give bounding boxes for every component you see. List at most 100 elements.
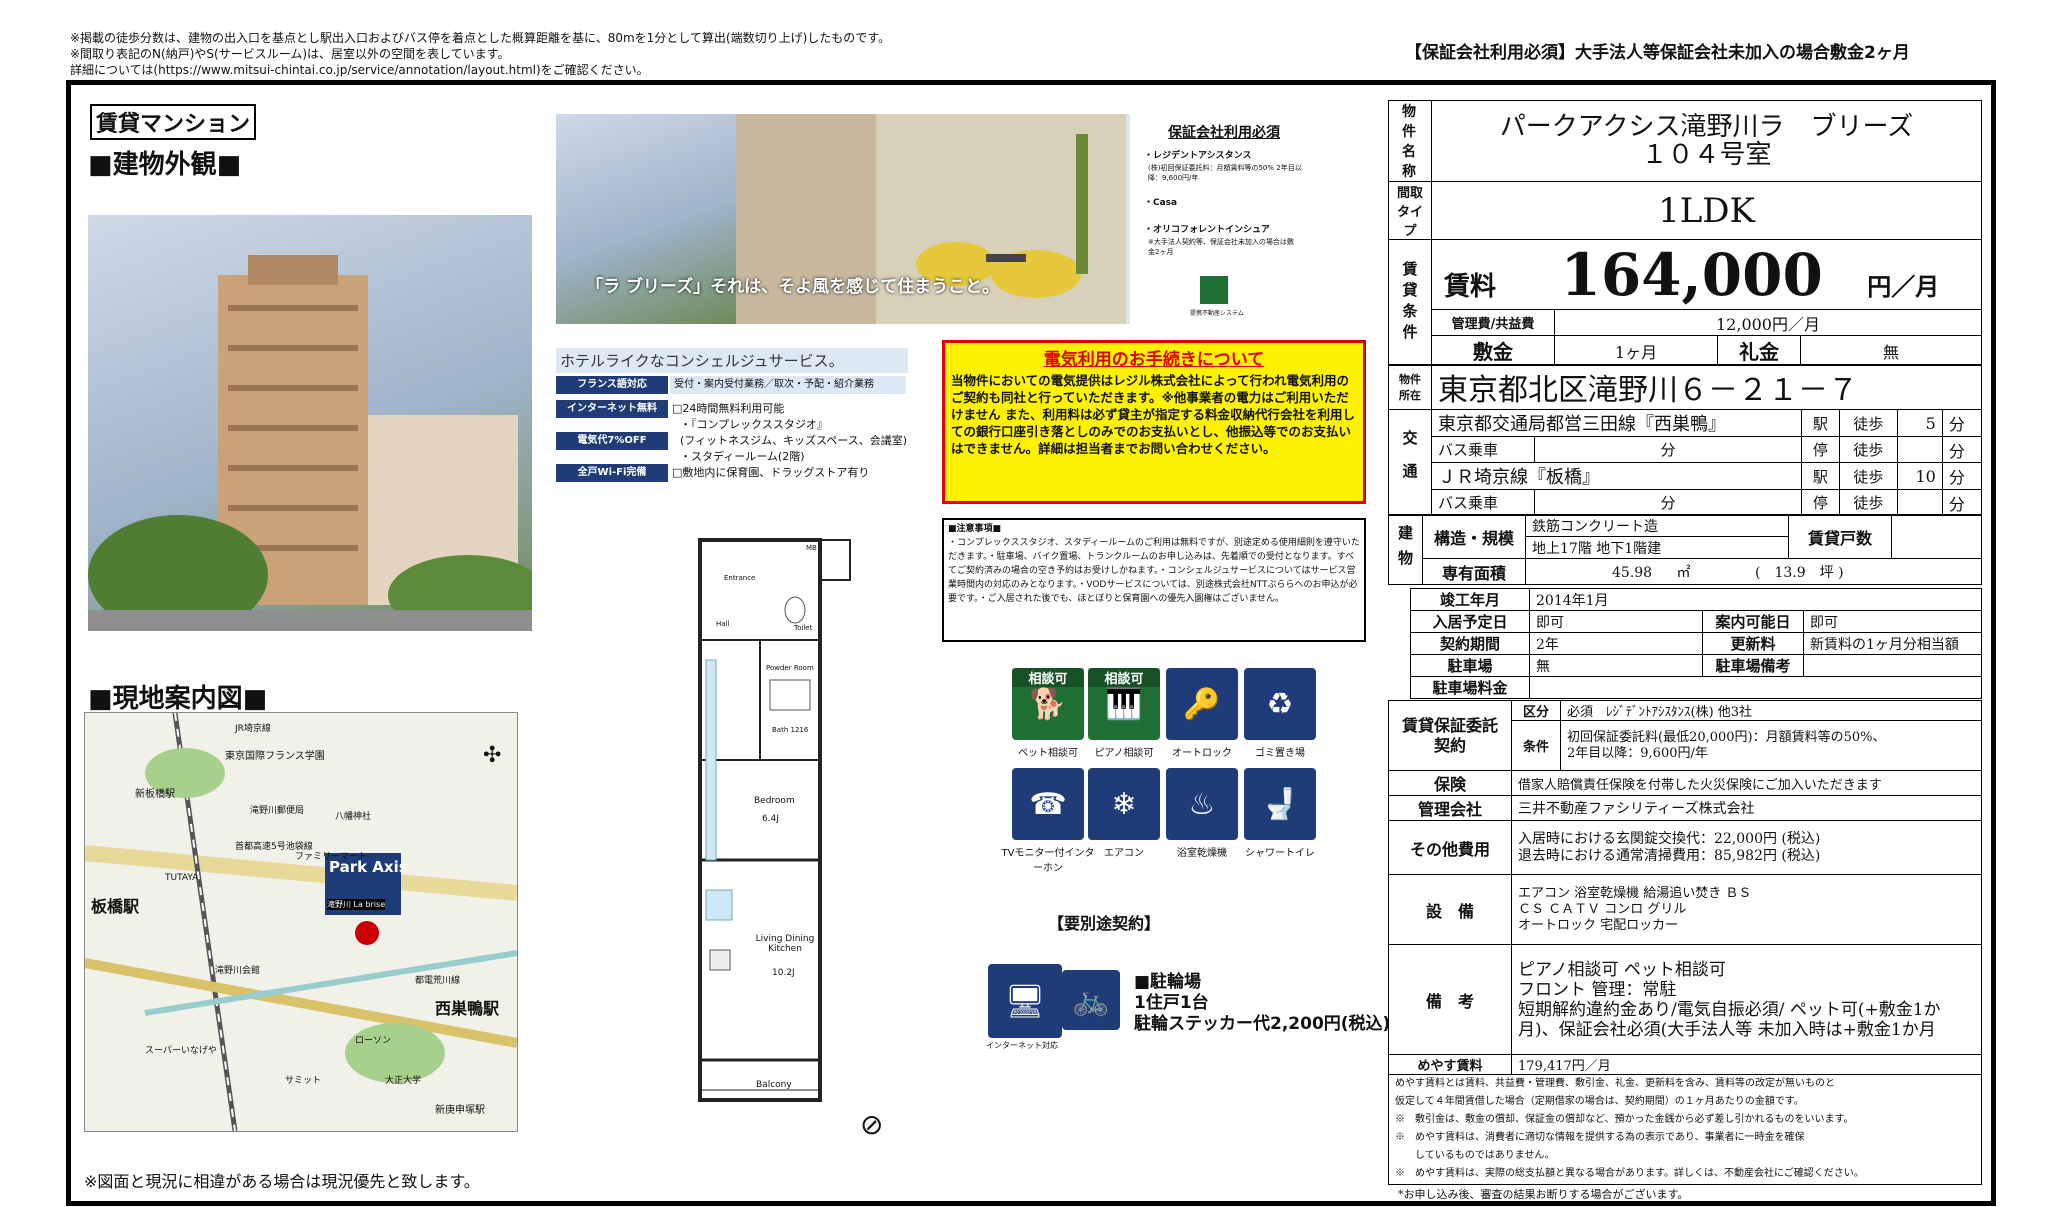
amenity-label: ゴミ置き場 bbox=[1255, 748, 1305, 759]
bicycle-title: ■駐輪場 bbox=[1134, 972, 1202, 992]
fp-hall: Hall bbox=[716, 620, 730, 628]
map-footnote: ※図面と現況に相違がある場合は現況優先と致します。 bbox=[84, 1172, 480, 1191]
parking-note-label: 駐車場備考 bbox=[1702, 654, 1804, 677]
map-station-shinitabashi: 新板橋駅 bbox=[135, 789, 175, 800]
viewing: 即可 bbox=[1803, 610, 1982, 633]
compass-icon: ✣ bbox=[483, 743, 502, 768]
guarantee-title: 保証会社利用必須 bbox=[1168, 125, 1280, 141]
transit-1-minutes: 5 bbox=[1896, 409, 1943, 437]
concierge-study-room: ・スタディールーム(2階) bbox=[680, 450, 805, 463]
caution-body: ・コンプレックススタジオ、スタディールームのご利用は無料ですが、別途定める使用細… bbox=[948, 538, 1360, 604]
transit-2-minutes: 10 bbox=[1896, 462, 1943, 490]
mgmt-fee-label: 管理費/共益費 bbox=[1431, 309, 1555, 336]
guarantee-company-2: ・Casa bbox=[1144, 198, 1178, 208]
tag-french: フランス語対応 bbox=[556, 376, 668, 394]
map-line-toden: 都電荒川線 bbox=[415, 976, 461, 986]
guarantee-company-1-detail: (株)初回保証委託料：月額賃料等の50% 2年目以降：9,600円/年 bbox=[1148, 164, 1302, 182]
meyasu-note-1: めやす賃料とは賃料、共益費・管理費、敷引金、礼金、更新料を含み、賃料等の改定が無… bbox=[1395, 1078, 1835, 1089]
map-place-university: 大正大学 bbox=[385, 1076, 422, 1086]
bicycle-line1: 1住戸1台 bbox=[1134, 993, 1209, 1013]
transit-label: 交通 bbox=[1388, 409, 1432, 516]
renewal-label: 更新料 bbox=[1702, 632, 1804, 655]
area-cell: 45.98 ㎡ ( 13.9 坪 ) bbox=[1525, 558, 1982, 585]
internet-label: インターネット対応 bbox=[986, 1041, 1058, 1050]
bus-2-stop: 停 bbox=[1801, 489, 1840, 516]
fp-toilet: Toilet bbox=[794, 624, 813, 632]
other-fee-2: 退去時における通常清掃費用：85,982円 (税込) bbox=[1518, 847, 1821, 864]
bus-1-stop: 停 bbox=[1801, 436, 1840, 463]
concierge-title: ホテルライクなコンシェルジュサービス。 bbox=[556, 348, 908, 373]
exterior-heading: ■建物外観■ bbox=[88, 150, 242, 180]
equipment-label: 設 備 bbox=[1388, 874, 1512, 945]
map-property-sub: 滝野川 La brise bbox=[327, 899, 386, 910]
garbage-icon: ♻ bbox=[1244, 668, 1316, 740]
guarantee-kubun-label: 区分 bbox=[1511, 700, 1561, 721]
rent-table: 物件名称 パークアクシス滝野川ラ ブリーズ １０４号室 間取タイプ 1LDK 賃… bbox=[1388, 100, 1982, 366]
transit-2-line: ＪＲ埼京線『板橋』 bbox=[1430, 462, 1803, 490]
address: 東京都北区滝野川６－２１－７ bbox=[1431, 364, 1982, 410]
building-illustration bbox=[88, 255, 548, 635]
area-value: 45.98 bbox=[1612, 564, 1653, 581]
map-station-itabashi: 板橋駅 bbox=[91, 897, 140, 916]
intercom-icon: ☎ bbox=[1012, 768, 1084, 840]
fp-bath: Bath 1216 bbox=[772, 726, 809, 734]
name-label: 物件名称 bbox=[1388, 100, 1432, 182]
remarks-label: 備 考 bbox=[1388, 944, 1512, 1055]
bicycle-icon: 🚲 bbox=[1062, 970, 1120, 1030]
transit-1-station: 駅 bbox=[1801, 409, 1840, 437]
bathdryer-icon: ♨ bbox=[1166, 768, 1238, 840]
area-tsubo: ( 13.9 坪 ) bbox=[1755, 564, 1844, 581]
move-in: 即可 bbox=[1529, 610, 1703, 633]
tag-internet: インターネット無料 bbox=[556, 400, 668, 418]
deposit: 1ヶ月 bbox=[1554, 335, 1718, 366]
note-details-link[interactable]: 詳細については(https://www.mitsui-chintai.co.jp… bbox=[70, 62, 890, 78]
map-station-shinkoshinzuka: 新庚申塚駅 bbox=[435, 1105, 485, 1116]
rent-group-label: 賃貸条件 bbox=[1388, 239, 1432, 366]
meyasu-note-5: しているものではありません。 bbox=[1395, 1150, 1555, 1161]
concierge-complex-studio: ・『コンプレックススタジオ』 bbox=[680, 418, 828, 431]
bus-1-label: バス乗車 bbox=[1431, 436, 1535, 463]
electric-notice-title: 電気利用のお手続きについて bbox=[1043, 350, 1265, 370]
amenity-label: シャワートイレ bbox=[1245, 848, 1315, 859]
partner-logo-icon bbox=[1200, 276, 1228, 304]
fp-bedroom-size: 6.4J bbox=[762, 814, 779, 824]
fp-mb: MB bbox=[806, 544, 817, 552]
built-date: 2014年1月 bbox=[1529, 588, 1982, 611]
layout-type: 1LDK bbox=[1431, 181, 1982, 240]
guarantee-cond-1: 初回保証委託料(最低20,000円)：月額賃料等の50%、 bbox=[1567, 729, 1886, 745]
partner-logo-caption: 提携不動産システム bbox=[1190, 310, 1244, 317]
guarantee-company-1: ・レジデントアシスタンス bbox=[1144, 151, 1252, 161]
rent-amount: 164,000 bbox=[1560, 240, 1823, 309]
equipment-3: オートロック 宅配ロッカー bbox=[1518, 917, 1679, 933]
room-number: １０４号室 bbox=[1641, 140, 1772, 170]
mgmt-fee: 12,000円／月 bbox=[1554, 309, 1982, 336]
aircon-icon: ❄ bbox=[1088, 768, 1160, 840]
concierge-services: 受付・案内受付業務／取次・予配・紹介業務 bbox=[670, 376, 906, 394]
map-place-postoffice: 滝野川郵便局 bbox=[250, 806, 305, 816]
property-name-cell: パークアクシス滝野川ラ ブリーズ １０４号室 bbox=[1431, 100, 1982, 182]
map-place-shrine: 八幡神社 bbox=[335, 812, 372, 822]
move-in-label: 入居予定日 bbox=[1410, 610, 1530, 633]
parking: 無 bbox=[1529, 654, 1703, 677]
amenity-badge: 相談可 bbox=[1088, 668, 1160, 687]
key-money-label: 礼金 bbox=[1717, 335, 1801, 366]
structure-1: 鉄筋コンクリート造 bbox=[1525, 514, 1789, 537]
bicycle-line2: 駐輪ステッカー代2,200円(税込) bbox=[1134, 1014, 1391, 1034]
parking-label: 駐車場 bbox=[1410, 654, 1530, 677]
bus-2-unit-2: 分 bbox=[1941, 489, 1983, 516]
remarks-cell: ピアノ相談可 ペット相談可 フロント 管理：常駐 短期解約違約金あり/電気自振必… bbox=[1511, 944, 1982, 1055]
screening-note: *お申し込み後、審査の結果お断りする場合がございます。 bbox=[1398, 1188, 1689, 1201]
bus-1-unit: 分 bbox=[1533, 436, 1803, 463]
address-label: 物件所在 bbox=[1388, 364, 1432, 410]
meyasu-note-2: 仮定して４年間賃借した場合（定期借家の場合は、契約期間）の１ヶ月あたりの金額です… bbox=[1395, 1096, 1804, 1107]
building-table: 建物 構造・規模 鉄筋コンクリート造 賃貸戸数 地上17階 地下1階建 専有面積… bbox=[1388, 514, 1982, 585]
guarantee-cond-label: 条件 bbox=[1511, 720, 1561, 771]
note-walk-time: ※掲載の徒歩分数は、建物の出入口を基点とし駅出入口およびバス停を着点とした概算距… bbox=[70, 31, 891, 45]
structure-2: 地上17階 地下1階建 bbox=[1525, 536, 1789, 559]
other-fees-cell: 入居時における玄関錠交換代：22,000円 (税込) 退去時における通常清掃費用… bbox=[1511, 820, 1982, 875]
transit-2-walk: 徒歩 bbox=[1838, 462, 1898, 490]
note-room-types: ※間取り表記のN(納戸)やS(サービスルーム)は、居室以外の空間を表しています。 bbox=[70, 47, 510, 61]
map-place-school: 東京国際フランス学園 bbox=[225, 751, 325, 762]
bus-1-walk: 徒歩 bbox=[1838, 436, 1898, 463]
guarantee-cond-2: 2年目以降：9,600円/年 bbox=[1567, 745, 1708, 761]
